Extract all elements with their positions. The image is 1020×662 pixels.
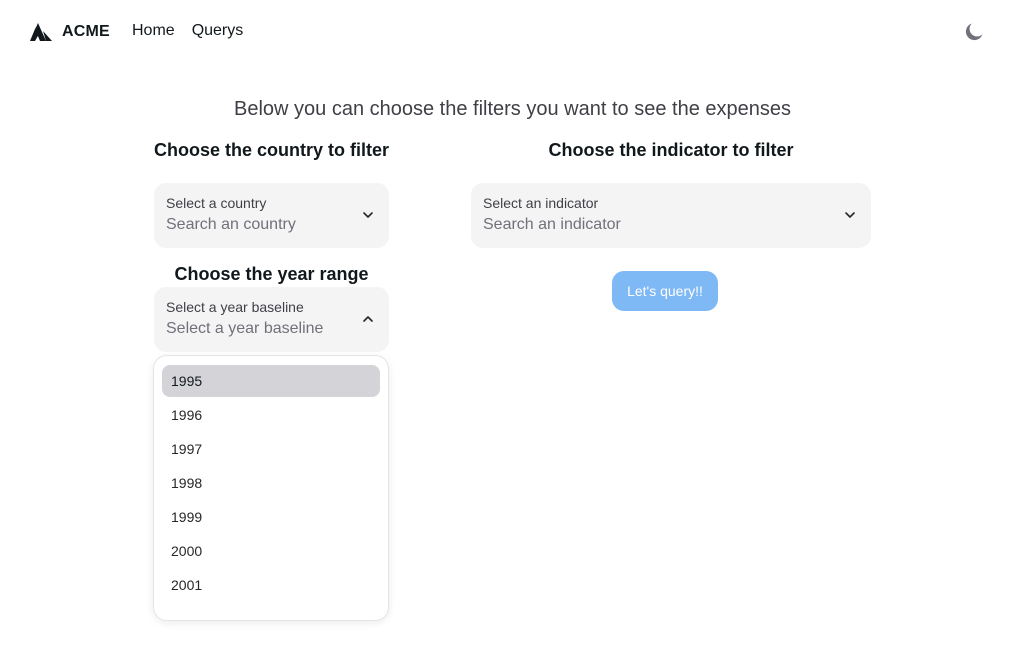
- year-option[interactable]: 1995: [162, 365, 380, 397]
- year-option[interactable]: 2001: [162, 569, 380, 601]
- moon-icon: [965, 23, 983, 41]
- indicator-section-title: Choose the indicator to filter: [548, 140, 794, 160]
- year-option[interactable]: 2000: [162, 535, 380, 567]
- nav-link-querys[interactable]: Querys: [192, 22, 244, 40]
- brand-name: ACME: [62, 23, 110, 40]
- country-section-title: Choose the country to filter: [154, 140, 390, 160]
- scroll-fade: [154, 602, 388, 620]
- year-option[interactable]: 1998: [162, 467, 380, 499]
- chevron-up-icon: [363, 316, 373, 322]
- acme-logo-icon: [30, 23, 52, 41]
- nav-links: Home Querys: [132, 22, 243, 40]
- year-option[interactable]: 1997: [162, 433, 380, 465]
- year-select-label: Select a year baseline: [166, 299, 304, 315]
- brand[interactable]: ACME: [30, 20, 110, 44]
- country-search-input[interactable]: Search an country: [166, 216, 296, 234]
- theme-toggle-button[interactable]: [962, 20, 986, 44]
- year-baseline-select[interactable]: Select a year baseline Select a year bas…: [154, 287, 389, 352]
- country-select[interactable]: Select a country Search an country: [154, 183, 389, 248]
- year-option[interactable]: 1999: [162, 501, 380, 533]
- navbar: ACME Home Querys: [0, 0, 1020, 64]
- query-button[interactable]: Let's query!!: [612, 271, 718, 311]
- year-select-value: Select a year baseline: [166, 320, 324, 337]
- nav-link-home[interactable]: Home: [132, 22, 175, 40]
- indicator-search-input[interactable]: Search an indicator: [483, 216, 621, 234]
- chevron-down-icon: [363, 212, 373, 218]
- indicator-select-label: Select an indicator: [483, 195, 599, 211]
- chevron-down-icon: [845, 212, 855, 218]
- country-select-label: Select a country: [166, 195, 267, 211]
- indicator-select[interactable]: Select an indicator Search an indicator: [471, 183, 871, 248]
- year-section-title: Choose the year range: [174, 264, 369, 284]
- year-options-listbox[interactable]: 1995 1996 1997 1998 1999 2000 2001: [153, 355, 389, 621]
- intro-text: Below you can choose the filters you wan…: [233, 98, 791, 120]
- year-option[interactable]: 1996: [162, 399, 380, 431]
